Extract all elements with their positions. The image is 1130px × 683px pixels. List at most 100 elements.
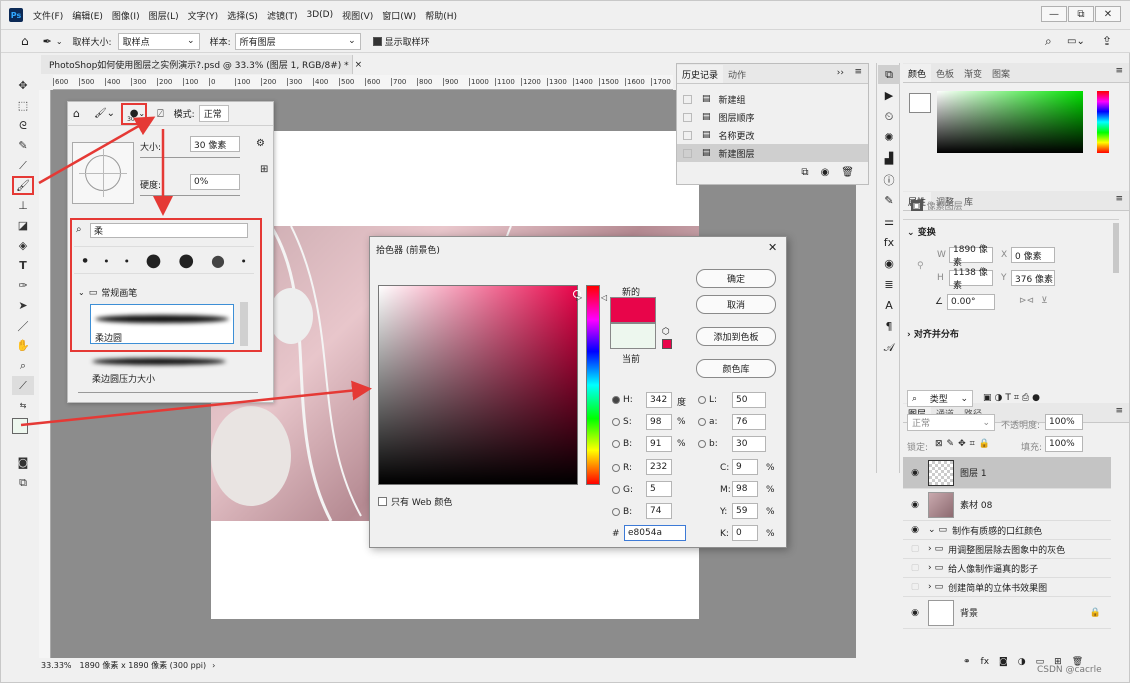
pen-tool-icon[interactable]: ✑ — [12, 276, 34, 295]
gear-icon[interactable]: ⚙ — [256, 138, 265, 149]
lasso-tool-icon[interactable]: ᘓ — [12, 116, 34, 135]
history-panel-icon[interactable]: ⧉ — [878, 65, 900, 84]
y-field[interactable]: 59 — [732, 503, 758, 519]
visibility-empty-icon[interactable]: ▢ — [908, 582, 922, 592]
layer-group-row[interactable]: ▢ › ▭ 用调整图层除去图象中的灰色 — [903, 540, 1111, 559]
current-color-swatch[interactable] — [610, 323, 656, 349]
menu-type[interactable]: 文字(Y) — [188, 9, 219, 22]
brush-angle-preview[interactable] — [72, 142, 134, 204]
hand-tool-icon[interactable]: ✋ — [12, 336, 34, 355]
brush-item-soft-round[interactable]: 柔边圆 — [90, 304, 234, 344]
y-field[interactable]: 376 像素 — [1011, 270, 1055, 286]
radio-l[interactable]: L: — [698, 395, 717, 405]
ok-button[interactable]: 确定 — [696, 269, 776, 288]
collapse-icon[interactable]: ›› — [837, 68, 844, 78]
info-icon[interactable]: ⓘ — [878, 170, 900, 189]
hue-slider[interactable] — [586, 285, 600, 485]
eye-icon[interactable]: ◉ — [908, 525, 922, 535]
r-field[interactable]: 232 — [646, 459, 672, 475]
menu-layer[interactable]: 图层(L) — [149, 9, 179, 22]
move-tool-icon[interactable]: ✥ — [12, 76, 34, 95]
hue-slider[interactable] — [1097, 91, 1109, 153]
layer-group-row[interactable]: ▢ › ▭ 给人像制作逼真的影子 — [903, 559, 1111, 578]
home-icon[interactable]: ⌂ — [73, 107, 80, 120]
color-libraries-button[interactable]: 颜色库 — [696, 359, 776, 378]
glyphs-icon[interactable]: 𝒜 — [878, 338, 900, 357]
quick-mask-icon[interactable]: ◙ — [12, 453, 34, 472]
character-icon[interactable]: A — [878, 296, 900, 315]
radio-r[interactable]: R: — [612, 463, 632, 473]
cube-icon[interactable]: ⬡ — [662, 327, 670, 337]
chevron-down-icon[interactable]: ⌄ — [56, 37, 63, 46]
lab-b-field[interactable]: 30 — [732, 436, 766, 452]
chevron-right-icon[interactable]: › — [212, 661, 215, 670]
link-layers-icon[interactable]: ⚭ — [963, 657, 971, 667]
cancel-button[interactable]: 取消 — [696, 295, 776, 314]
tab-actions[interactable]: 动作 — [723, 65, 751, 83]
brush-picker-button[interactable]: ● 30 ⌄ — [121, 102, 148, 125]
link-icon[interactable]: ⚲ — [917, 261, 924, 271]
brush-search-input[interactable]: 柔 — [90, 223, 248, 238]
history-item-selected[interactable]: ▤ 新建图层 — [677, 144, 868, 162]
eyedropper-tool-icon[interactable]: ⟋ — [12, 376, 34, 395]
menu-view[interactable]: 视图(V) — [342, 9, 373, 22]
layer-row[interactable]: ◉ 背景 🔒 — [903, 597, 1111, 629]
brightness-field[interactable]: 91 — [646, 436, 672, 452]
g-field[interactable]: 5 — [646, 481, 672, 497]
brush-settings-icon[interactable]: ⍁ — [157, 107, 164, 121]
minimize-button[interactable]: — — [1041, 6, 1067, 22]
width-field[interactable]: 1890 像素 — [949, 245, 993, 268]
sliders-icon[interactable]: ⚌ — [878, 212, 900, 231]
h-field[interactable]: 342 — [646, 392, 672, 408]
fill-field[interactable]: 100% — [1045, 436, 1083, 452]
chevron-right-icon[interactable]: › — [928, 582, 932, 592]
brush-tip-icon[interactable]: ● — [82, 257, 87, 264]
m-field[interactable]: 98 — [732, 481, 758, 497]
color-field[interactable] — [378, 285, 581, 485]
eraser-tool-icon[interactable]: ◪ — [12, 216, 34, 235]
tab-swatches[interactable]: 色板 — [931, 64, 959, 82]
align-section[interactable]: › 对齐并分布 — [907, 327, 959, 340]
panel-menu-icon[interactable]: ≡ — [854, 67, 862, 77]
fx-icon[interactable]: fx — [878, 233, 900, 252]
clone-source-icon[interactable]: ◉ — [878, 254, 900, 273]
gamut-swatch[interactable] — [662, 339, 672, 349]
history-item[interactable]: ▤ 名称更改 — [677, 126, 868, 144]
tab-history[interactable]: 历史记录 — [677, 65, 724, 83]
paragraph-style-icon[interactable]: ≣ — [878, 275, 900, 294]
c-field[interactable]: 9 — [732, 459, 758, 475]
flip-vertical-icon[interactable]: ⊻ — [1041, 296, 1048, 306]
blend-mode-select[interactable]: 正常 ⌄ — [907, 414, 995, 431]
history-item[interactable]: ▤ 图层顺序 — [677, 108, 868, 126]
history-clock-icon[interactable]: ⏲ — [878, 107, 900, 126]
brush-tip-icon[interactable]: ● — [146, 250, 162, 271]
fx-icon[interactable]: fx — [981, 657, 990, 667]
stamp-tool-icon[interactable]: ⊥ — [12, 196, 34, 215]
radio-lab-b[interactable]: b: — [698, 439, 718, 449]
share-icon[interactable]: ⇪ — [1102, 34, 1112, 48]
scrollbar[interactable] — [1113, 223, 1119, 273]
web-only-checkbox[interactable]: 只有 Web 颜色 — [378, 495, 452, 508]
height-field[interactable]: 1138 像素 — [949, 268, 993, 291]
hue-marker-icon[interactable]: ▷ — [576, 293, 582, 302]
radio-blue[interactable]: B: — [612, 507, 632, 517]
text-tool-icon[interactable]: T — [12, 256, 34, 275]
histogram-icon[interactable]: ▟ — [878, 149, 900, 168]
brush-tip-icon[interactable]: ● — [125, 258, 129, 263]
preview-size-slider[interactable] — [78, 392, 258, 393]
restore-button[interactable]: ⧉ — [1068, 6, 1094, 22]
radio-g[interactable]: G: — [612, 485, 633, 495]
home-icon[interactable]: ⌂ — [21, 34, 29, 48]
radio-a[interactable]: a: — [698, 417, 718, 427]
tab-color[interactable]: 颜色 — [903, 64, 932, 82]
layer-filter-select[interactable]: ⌕ 类型 ⌄ — [907, 390, 973, 407]
menu-file[interactable]: 文件(F) — [33, 9, 63, 22]
size-field[interactable]: 30 像素 — [190, 136, 240, 152]
close-window-button[interactable]: ✕ — [1095, 6, 1121, 22]
brush-icon[interactable]: 🖌⌄ — [94, 108, 115, 119]
brush-group-row[interactable]: ⌄ ▭ 常规画笔 — [78, 286, 137, 300]
tab-gradients[interactable]: 渐变 — [959, 64, 987, 82]
brush-tip-icon[interactable]: ● — [242, 258, 246, 263]
brush-item-pressure[interactable]: 柔边圆压力大小 — [88, 354, 232, 385]
quick-select-tool-icon[interactable]: ✎ — [12, 136, 34, 155]
